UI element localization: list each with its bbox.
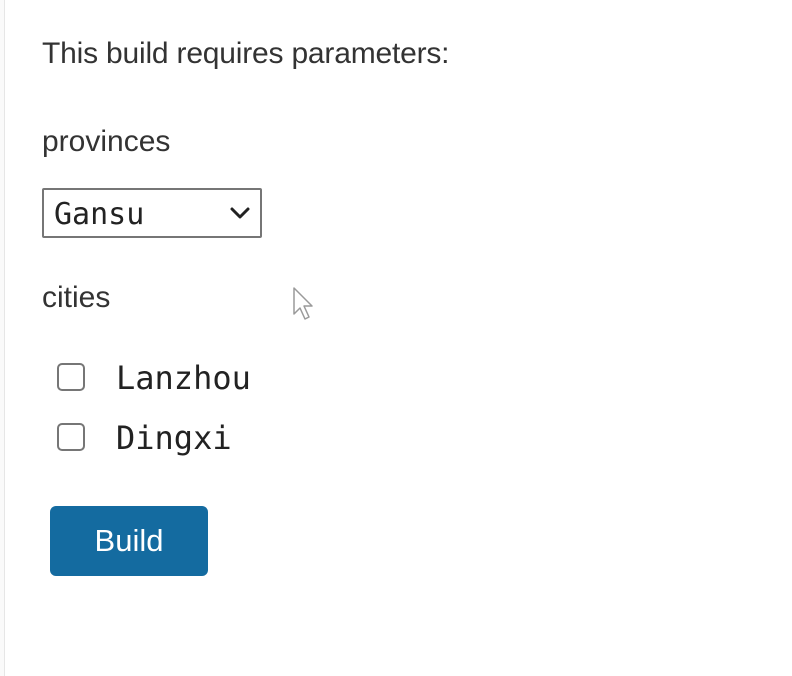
provinces-select[interactable]: Gansu [42,188,262,238]
build-button[interactable]: Build [50,506,208,576]
checkbox-dingxi[interactable] [57,423,85,451]
city-label-lanzhou: Lanzhou [116,359,251,397]
parameters-intro-text: This build requires parameters: [42,37,450,70]
city-label-dingxi: Dingxi [116,419,232,457]
checkbox-lanzhou[interactable] [57,363,85,391]
chevron-down-icon [230,207,250,219]
cities-label: cities [42,281,111,314]
left-border [0,0,5,676]
provinces-label: provinces [42,125,171,158]
provinces-selected-value: Gansu [54,197,145,232]
mouse-cursor-icon [293,287,313,320]
